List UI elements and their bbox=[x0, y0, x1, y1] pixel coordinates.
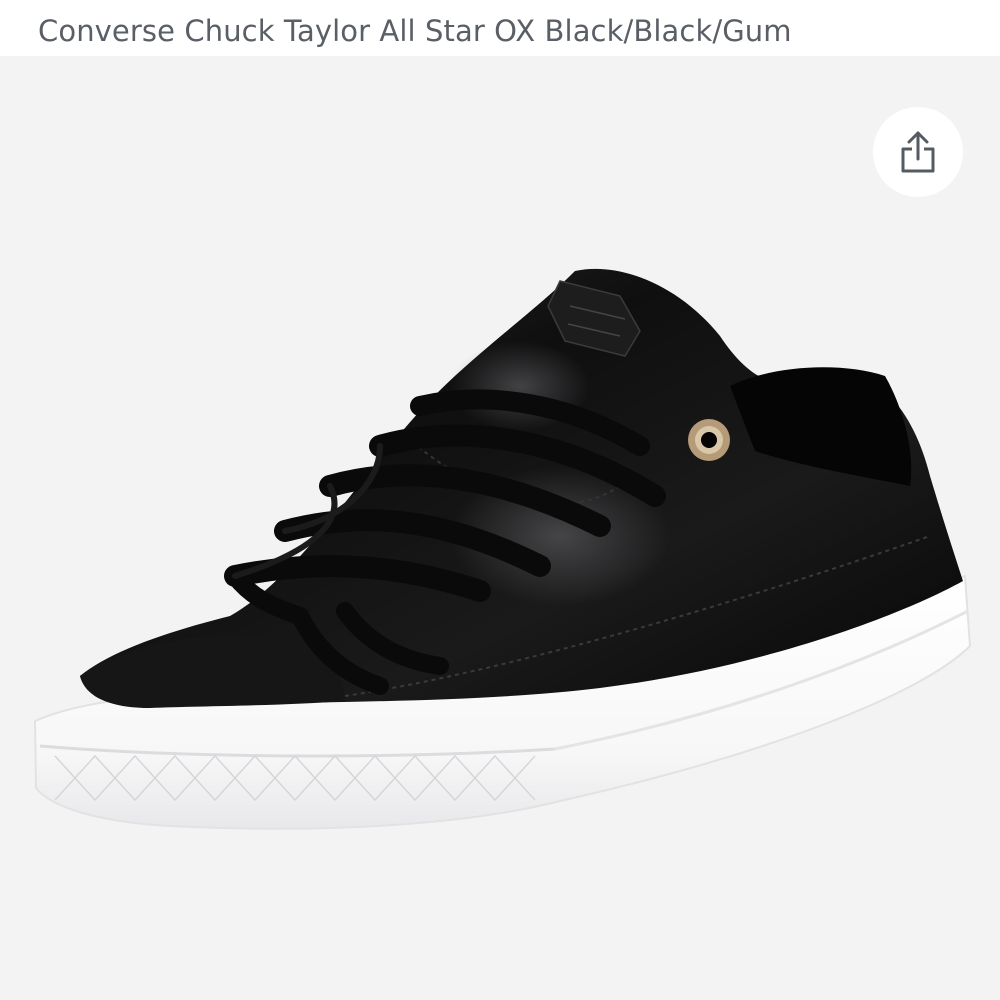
share-icon bbox=[901, 131, 935, 173]
share-button[interactable] bbox=[873, 107, 963, 197]
product-image-area[interactable] bbox=[0, 56, 1000, 1000]
product-image-viewer: Converse Chuck Taylor All Star OX Black/… bbox=[0, 0, 1000, 1000]
title-bar: Converse Chuck Taylor All Star OX Black/… bbox=[0, 0, 1000, 56]
eyelet bbox=[688, 419, 730, 461]
product-image[interactable] bbox=[0, 56, 1000, 1000]
product-title: Converse Chuck Taylor All Star OX Black/… bbox=[38, 14, 792, 48]
